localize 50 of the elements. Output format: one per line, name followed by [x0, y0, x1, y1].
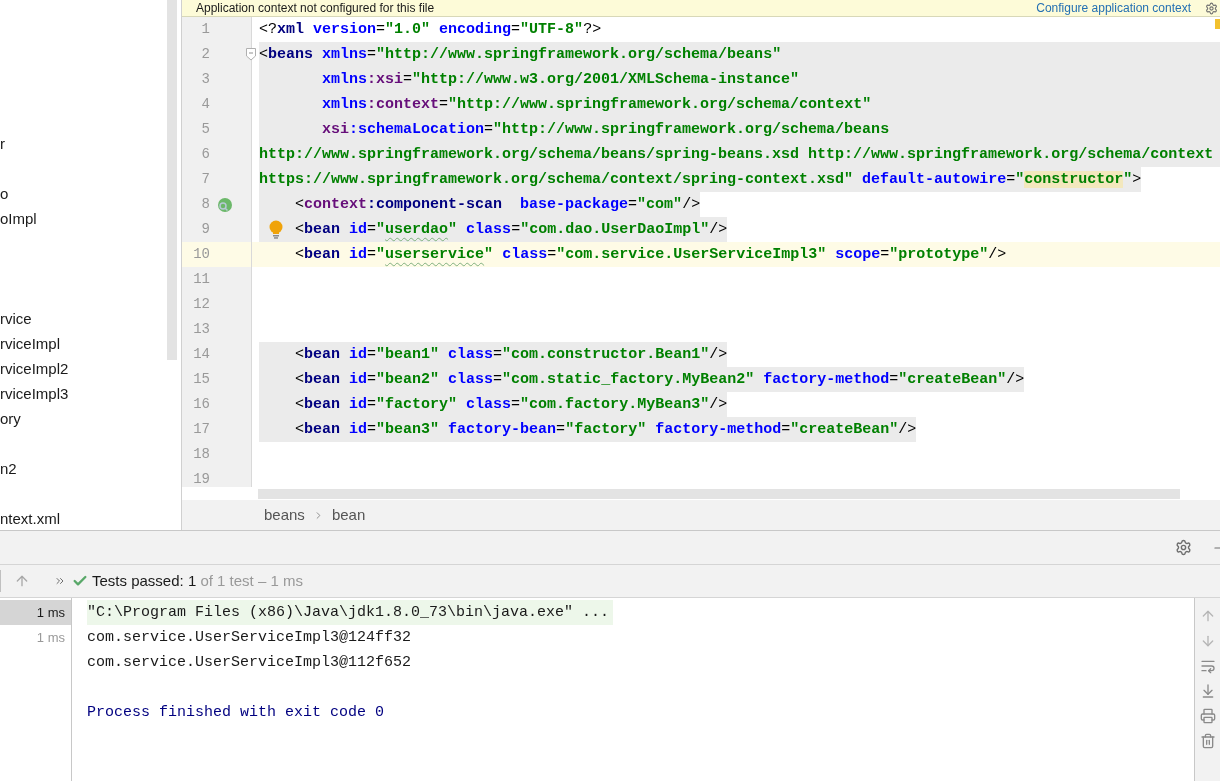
line-number: 7 — [182, 167, 251, 192]
line-number: 12 — [182, 292, 251, 317]
tree-item[interactable]: rviceImpl2 — [0, 358, 69, 381]
line-number: 17 — [182, 417, 251, 442]
lightbulb-icon[interactable] — [269, 220, 283, 239]
line-number: 2 — [182, 42, 251, 67]
trash-icon[interactable] — [1199, 733, 1216, 749]
console-line: Process finished with exit code 0 — [87, 703, 385, 723]
soft-wrap-icon[interactable] — [1199, 658, 1216, 674]
test-status: Tests passed: 1 of 1 test – 1 ms — [92, 570, 303, 591]
line-number: 19 — [182, 467, 251, 487]
line-number: 16 — [182, 392, 251, 417]
console-line: com.service.UserServiceImpl3@112f652 — [87, 653, 412, 673]
tree-item[interactable]: r — [0, 133, 5, 156]
more-icon[interactable] — [54, 575, 66, 587]
scrollbar[interactable] — [167, 0, 177, 360]
fold-icon[interactable] — [246, 48, 256, 61]
tree-item[interactable]: o — [0, 183, 9, 206]
breadcrumb[interactable]: bean — [331, 503, 366, 527]
tree-item[interactable]: oImpl — [0, 208, 37, 231]
tree-item[interactable]: ory — [0, 408, 21, 431]
settings-icon[interactable] — [1205, 1, 1218, 15]
console-line: com.service.UserServiceImpl3@124ff32 — [87, 628, 412, 648]
tree-item[interactable]: n2 — [0, 458, 17, 481]
tree-item[interactable]: rviceImpl — [0, 333, 60, 356]
line-number: 8 — [182, 192, 251, 217]
line-number: 14 — [182, 342, 251, 367]
horizontal-scrollbar[interactable] — [258, 488, 1180, 499]
line-number: 3 — [182, 67, 251, 92]
line-number: 11 — [182, 267, 251, 292]
line-number: 9 — [182, 217, 251, 242]
line-number: 13 — [182, 317, 251, 342]
line-number: 1 — [182, 17, 251, 42]
code-line: <bean id="userservice" class="com.service.UserServiceImpl3" scope="prototype"/> — [294, 245, 1007, 265]
test-duration[interactable]: 1 ms — [0, 600, 71, 625]
line-number: 15 — [182, 367, 251, 392]
tree-item[interactable]: rvice — [0, 308, 32, 331]
tree-item[interactable]: rviceImpl3 — [0, 383, 69, 406]
settings-icon[interactable] — [1175, 539, 1192, 556]
line-number: 6 — [182, 142, 251, 167]
configure-link[interactable]: Configure application context — [1036, 2, 1191, 14]
line-number: 5 — [182, 117, 251, 142]
code-line: <?xml version="1.0" encoding="UTF-8"?> — [259, 20, 602, 40]
line-number: 18 — [182, 442, 251, 467]
breadcrumb[interactable]: beans — [264, 503, 305, 527]
bean-icon[interactable] — [217, 196, 233, 213]
tree-item[interactable]: ntext.xml — [0, 508, 60, 531]
print-icon[interactable] — [1199, 708, 1216, 724]
notification-message: Application context not configured for this file — [196, 2, 435, 14]
line-number: 4 — [182, 92, 251, 117]
